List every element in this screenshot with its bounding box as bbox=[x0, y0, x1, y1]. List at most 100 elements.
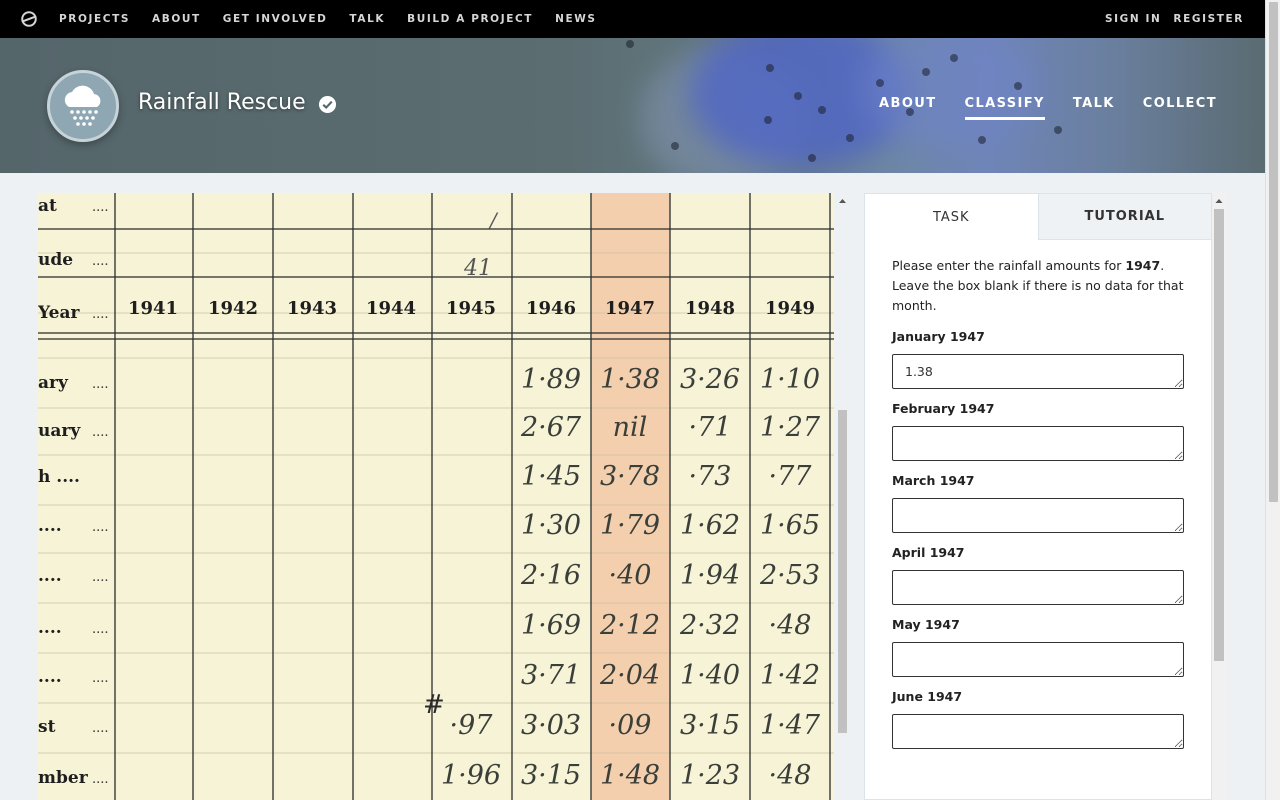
february-input[interactable] bbox=[892, 426, 1184, 461]
handwritten-value-1948: 1·94 bbox=[680, 560, 740, 591]
rainfall-sheet-image[interactable]: at .... ude .... Year .... ary .... uary .... h ..… bbox=[38, 193, 834, 800]
handwritten-value-1947: 2·04 bbox=[599, 660, 660, 691]
sheet-row-leader: .... bbox=[92, 425, 109, 440]
sheet-row-leader: .... bbox=[92, 622, 109, 637]
sheet-row-leader: .... bbox=[92, 570, 109, 585]
project-nav-collect[interactable]: COLLECT bbox=[1143, 96, 1217, 120]
verified-badge-icon bbox=[318, 95, 337, 114]
task-panel-scrollbar-thumb[interactable] bbox=[1214, 209, 1224, 661]
site-nav: PROJECTS ABOUT GET INVOLVED TALK BUILD A… bbox=[59, 0, 619, 38]
viewer-scrollbar-thumb[interactable] bbox=[838, 410, 847, 733]
handwritten-hash: # bbox=[423, 690, 445, 720]
sheet-row-label: ary bbox=[38, 373, 69, 393]
handwritten-value-1948: 1·23 bbox=[680, 760, 740, 791]
top-navigation-bar: PROJECTS ABOUT GET INVOLVED TALK BUILD A… bbox=[0, 0, 1265, 38]
handwritten-value-1947: 2·12 bbox=[599, 610, 660, 641]
handwritten-value-1949: 1·42 bbox=[760, 660, 820, 691]
sign-in-link[interactable]: SIGN IN bbox=[1105, 13, 1161, 25]
handwritten-note: 41 bbox=[463, 256, 492, 281]
task-instructions: Please enter the rainfall amounts for 19… bbox=[892, 256, 1185, 316]
register-link[interactable]: REGISTER bbox=[1173, 13, 1244, 25]
handwritten-value-1949: ·48 bbox=[769, 760, 812, 791]
handwritten-value-1949: 1·10 bbox=[760, 364, 820, 395]
nav-talk[interactable]: TALK bbox=[349, 13, 385, 25]
handwritten-value-1947: ·09 bbox=[609, 710, 652, 741]
march-input[interactable] bbox=[892, 498, 1184, 533]
sheet-row-label: .... bbox=[38, 566, 62, 586]
nav-build-a-project[interactable]: BUILD A PROJECT bbox=[407, 13, 533, 25]
june-input[interactable] bbox=[892, 714, 1184, 749]
handwritten-value-1946: 1·89 bbox=[521, 364, 581, 395]
sheet-row-label: .... bbox=[38, 667, 62, 687]
handwritten-value-1949: 1·27 bbox=[760, 412, 821, 443]
nav-news[interactable]: NEWS bbox=[555, 13, 597, 25]
february-label: February 1947 bbox=[892, 401, 995, 416]
sheet-row-leader: .... bbox=[92, 772, 109, 787]
handwritten-value-1946: 2·67 bbox=[520, 412, 582, 443]
project-avatar[interactable] bbox=[47, 70, 119, 142]
rain-cloud-icon bbox=[64, 85, 101, 126]
sheet-row-label: st bbox=[38, 717, 56, 737]
handwritten-value-1946: 2·16 bbox=[520, 560, 581, 591]
project-nav-about[interactable]: ABOUT bbox=[879, 96, 936, 120]
instruction-year: 1947 bbox=[1125, 258, 1161, 273]
nav-about[interactable]: ABOUT bbox=[152, 13, 201, 25]
nav-projects[interactable]: PROJECTS bbox=[59, 13, 130, 25]
handwritten-value-1948: 3·26 bbox=[680, 364, 740, 395]
task-tabs: TASK TUTORIAL bbox=[865, 194, 1211, 240]
handwritten-value-1948: ·73 bbox=[689, 461, 732, 492]
scroll-up-arrow-icon[interactable] bbox=[835, 195, 850, 207]
handwritten-value-1947: nil bbox=[613, 412, 648, 443]
april-input[interactable] bbox=[892, 570, 1184, 605]
instruction-text: Please enter the rainfall amounts for bbox=[892, 258, 1126, 273]
june-label: June 1947 bbox=[892, 689, 963, 704]
subject-image-viewer[interactable]: at.... ude.... Year.... ary.... uary.... h ..… bbox=[38, 193, 834, 800]
year-header-1948: 1948 bbox=[685, 298, 735, 319]
handwritten-value-1948: 1·40 bbox=[680, 660, 740, 691]
sheet-row-leader: .... bbox=[92, 671, 109, 686]
may-input[interactable] bbox=[892, 642, 1184, 677]
sheet-row-label: uary bbox=[38, 421, 81, 441]
handwritten-value-1946: 1·30 bbox=[521, 510, 581, 541]
year-header-1944: 1944 bbox=[366, 298, 416, 319]
april-label: April 1947 bbox=[892, 545, 965, 560]
handwritten-value-1949: 2·53 bbox=[759, 560, 820, 591]
sheet-row-label: .... bbox=[38, 618, 62, 638]
tab-tutorial[interactable]: TUTORIAL bbox=[1037, 194, 1211, 240]
year-header-1946: 1946 bbox=[526, 298, 576, 319]
year-header-1949: 1949 bbox=[765, 298, 815, 319]
year-header-1943: 1943 bbox=[287, 298, 337, 319]
zooniverse-logo-icon[interactable] bbox=[20, 10, 38, 28]
handwritten-value-1946: 3·03 bbox=[521, 710, 581, 741]
handwritten-value-1947: 1·48 bbox=[600, 760, 660, 791]
handwritten-value-1946: 1·69 bbox=[521, 610, 581, 641]
sheet-row-label: .... bbox=[38, 516, 62, 536]
march-label: March 1947 bbox=[892, 473, 975, 488]
handwritten-value-1948: 1·62 bbox=[680, 510, 740, 541]
sheet-row-label: mber bbox=[38, 768, 89, 788]
project-nav-classify[interactable]: CLASSIFY bbox=[964, 96, 1045, 120]
january-input[interactable] bbox=[892, 354, 1184, 389]
sheet-row-leader: .... bbox=[92, 377, 109, 392]
project-nav-talk[interactable]: TALK bbox=[1073, 96, 1115, 120]
handwritten-value-1945: ·97 bbox=[450, 710, 494, 741]
scroll-up-arrow-icon[interactable] bbox=[1212, 195, 1226, 207]
tab-task[interactable]: TASK bbox=[865, 194, 1038, 240]
handwritten-value-1949: 1·65 bbox=[760, 510, 820, 541]
year-header-1941: 1941 bbox=[128, 298, 178, 319]
handwritten-value-1948: ·71 bbox=[689, 412, 732, 443]
may-label: May 1947 bbox=[892, 617, 960, 632]
task-panel-scrollbar[interactable] bbox=[1212, 193, 1226, 800]
project-title[interactable]: Rainfall Rescue bbox=[138, 90, 306, 115]
page-scrollbar[interactable] bbox=[1265, 0, 1280, 800]
handwritten-value-1949: 1·47 bbox=[760, 710, 821, 741]
sheet-row-leader: .... bbox=[92, 721, 109, 736]
handwritten-value-1949: ·48 bbox=[769, 610, 812, 641]
account-links: SIGN IN REGISTER bbox=[1093, 0, 1265, 38]
page-scrollbar-thumb[interactable] bbox=[1269, 2, 1278, 502]
nav-get-involved[interactable]: GET INVOLVED bbox=[223, 13, 328, 25]
viewer-scrollbar[interactable] bbox=[835, 193, 850, 800]
handwritten-value-1946: 3·71 bbox=[521, 660, 581, 691]
sheet-row-label: h .... bbox=[38, 467, 80, 487]
handwritten-value-1946: 1·45 bbox=[521, 461, 581, 492]
